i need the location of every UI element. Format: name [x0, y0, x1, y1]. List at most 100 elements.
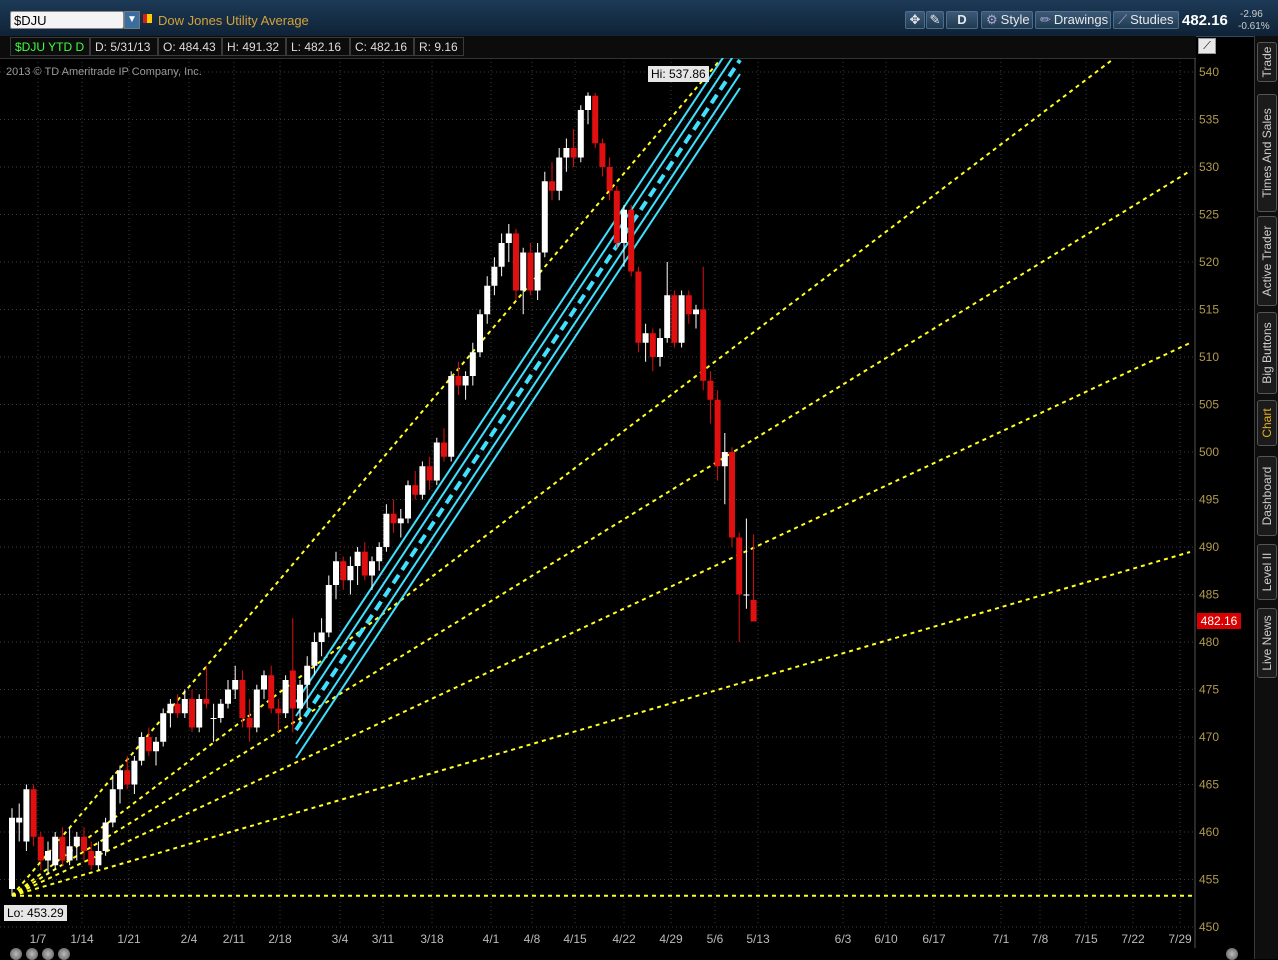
x-tick-label: 4/15 — [563, 932, 587, 946]
copyright-text: 2013 © TD Ameritrade IP Company, Inc. — [6, 66, 202, 78]
info-date: D: 5/31/13 — [90, 37, 158, 56]
candle-body — [649, 333, 656, 357]
y-tick-label: 520 — [1199, 255, 1219, 269]
candle-body — [491, 266, 498, 286]
tab-level-ii[interactable]: Level II — [1257, 544, 1277, 600]
tab-dashboard[interactable]: Dashboard — [1257, 456, 1277, 536]
candle-body — [599, 143, 606, 167]
studies-button[interactable]: ⟋ Studies — [1113, 11, 1179, 29]
candle-body — [311, 642, 318, 666]
candle-body — [513, 233, 519, 291]
candle-body — [275, 708, 282, 714]
x-tick-label: 1/14 — [70, 932, 94, 946]
candle-body — [354, 551, 361, 566]
zoom-out-button[interactable] — [26, 948, 38, 960]
tab-times-and-sales-label: Times And Sales — [1260, 108, 1274, 198]
candle-body — [318, 632, 325, 642]
tab-dashboard-label: Dashboard — [1260, 466, 1274, 526]
tab-live-news[interactable]: Live News — [1257, 608, 1277, 678]
x-tick-label: 3/11 — [372, 932, 395, 946]
candle-body — [477, 314, 483, 353]
x-tick-label: 5/13 — [746, 932, 770, 946]
y-tick-label: 470 — [1199, 730, 1219, 744]
candle-body — [189, 699, 195, 728]
drawings-label: Drawings — [1053, 12, 1109, 27]
aggregation-button[interactable]: D — [946, 11, 978, 29]
fan-line — [11, 170, 1191, 897]
candle-body — [160, 713, 167, 742]
candle-body — [743, 594, 750, 596]
style-button[interactable]: ⚙ Style — [981, 11, 1033, 29]
y-tick-label: 485 — [1199, 588, 1219, 602]
tab-big-buttons[interactable]: Big Buttons — [1257, 312, 1277, 394]
lo-label: Lo: 453.29 — [4, 905, 67, 921]
symbol-input[interactable]: $DJU — [10, 11, 124, 29]
top-toolbar: $DJU ▼ Dow Jones Utility Average ✥ ✎ D ⚙… — [0, 0, 1278, 37]
price-chart[interactable]: 450 455 460 465 470 475 480 485 490 495 500 505 510 5… — [0, 58, 1254, 948]
candle-body — [37, 836, 44, 861]
tab-active-trader[interactable]: Active Trader — [1257, 216, 1277, 306]
zoom-in-button[interactable] — [42, 948, 54, 960]
candle-body — [657, 338, 663, 357]
candle-body — [621, 209, 627, 243]
regression-channel-line — [294, 58, 742, 732]
x-tick-label: 4/1 — [483, 932, 500, 946]
candle-body — [117, 770, 123, 790]
studies-icon: ⟋ — [1118, 12, 1128, 27]
candle-body — [642, 333, 649, 343]
candle-body — [707, 380, 714, 400]
candle-body — [81, 836, 87, 851]
symbol-dropdown-button[interactable]: ▼ — [124, 11, 140, 29]
fan-line — [11, 342, 1191, 897]
x-tick-label: 2/18 — [268, 932, 292, 946]
candle-body — [268, 675, 275, 709]
candle-body — [628, 209, 635, 272]
tab-live-news-label: Live News — [1260, 615, 1274, 671]
y-tick-label: 505 — [1199, 398, 1219, 412]
symbol-description: Dow Jones Utility Average — [158, 13, 309, 28]
tab-times-and-sales[interactable]: Times And Sales — [1257, 94, 1277, 212]
y-tick-label: 495 — [1199, 493, 1219, 507]
reset-button[interactable] — [58, 948, 70, 960]
candle-body — [73, 836, 80, 847]
candle-body — [592, 95, 599, 144]
info-range: R: 9.16 — [414, 37, 464, 56]
candle-body — [549, 181, 555, 191]
wrench-icon[interactable]: ✎ — [926, 11, 944, 29]
drawing-tool-icon[interactable]: ⟋ — [1198, 38, 1216, 54]
tab-chart[interactable]: Chart — [1257, 400, 1277, 446]
candle-body — [203, 699, 210, 704]
candle-body — [570, 148, 577, 158]
candle-body — [505, 233, 512, 243]
candle-body — [196, 699, 203, 728]
x-tick-label: 5/6 — [707, 932, 724, 946]
hi-label: Hi: 537.86 — [648, 66, 709, 82]
studies-label: Studies — [1130, 12, 1174, 27]
info-high: H: 491.32 — [222, 37, 286, 56]
candle-body — [469, 352, 476, 376]
x-tick-label: 2/11 — [223, 932, 246, 946]
candle-body — [282, 680, 289, 714]
candle-body — [534, 252, 541, 291]
net-change: -2.96 — [1240, 9, 1263, 20]
candle-body — [261, 675, 267, 690]
candle-body — [678, 295, 685, 343]
candle-body — [246, 718, 253, 728]
candle-body — [685, 295, 692, 315]
candle-body — [405, 485, 411, 519]
y-tick-label: 540 — [1199, 65, 1219, 79]
candle-body — [390, 513, 397, 524]
candle-body — [383, 513, 390, 547]
drawings-button[interactable]: ✏ Drawings — [1035, 11, 1111, 29]
x-tick-label: 6/10 — [874, 932, 898, 946]
tab-trade[interactable]: Trade — [1257, 42, 1277, 82]
scroll-right-button[interactable] — [1226, 948, 1238, 960]
crosshair-icon[interactable]: ✥ — [905, 11, 925, 29]
x-tick-label: 4/29 — [659, 932, 683, 946]
y-tick-label: 500 — [1199, 445, 1219, 459]
candle-body — [736, 537, 743, 595]
candle-body — [613, 190, 620, 243]
candle-body — [671, 295, 678, 343]
candle-body — [563, 148, 570, 158]
scroll-left-button[interactable] — [10, 948, 22, 960]
